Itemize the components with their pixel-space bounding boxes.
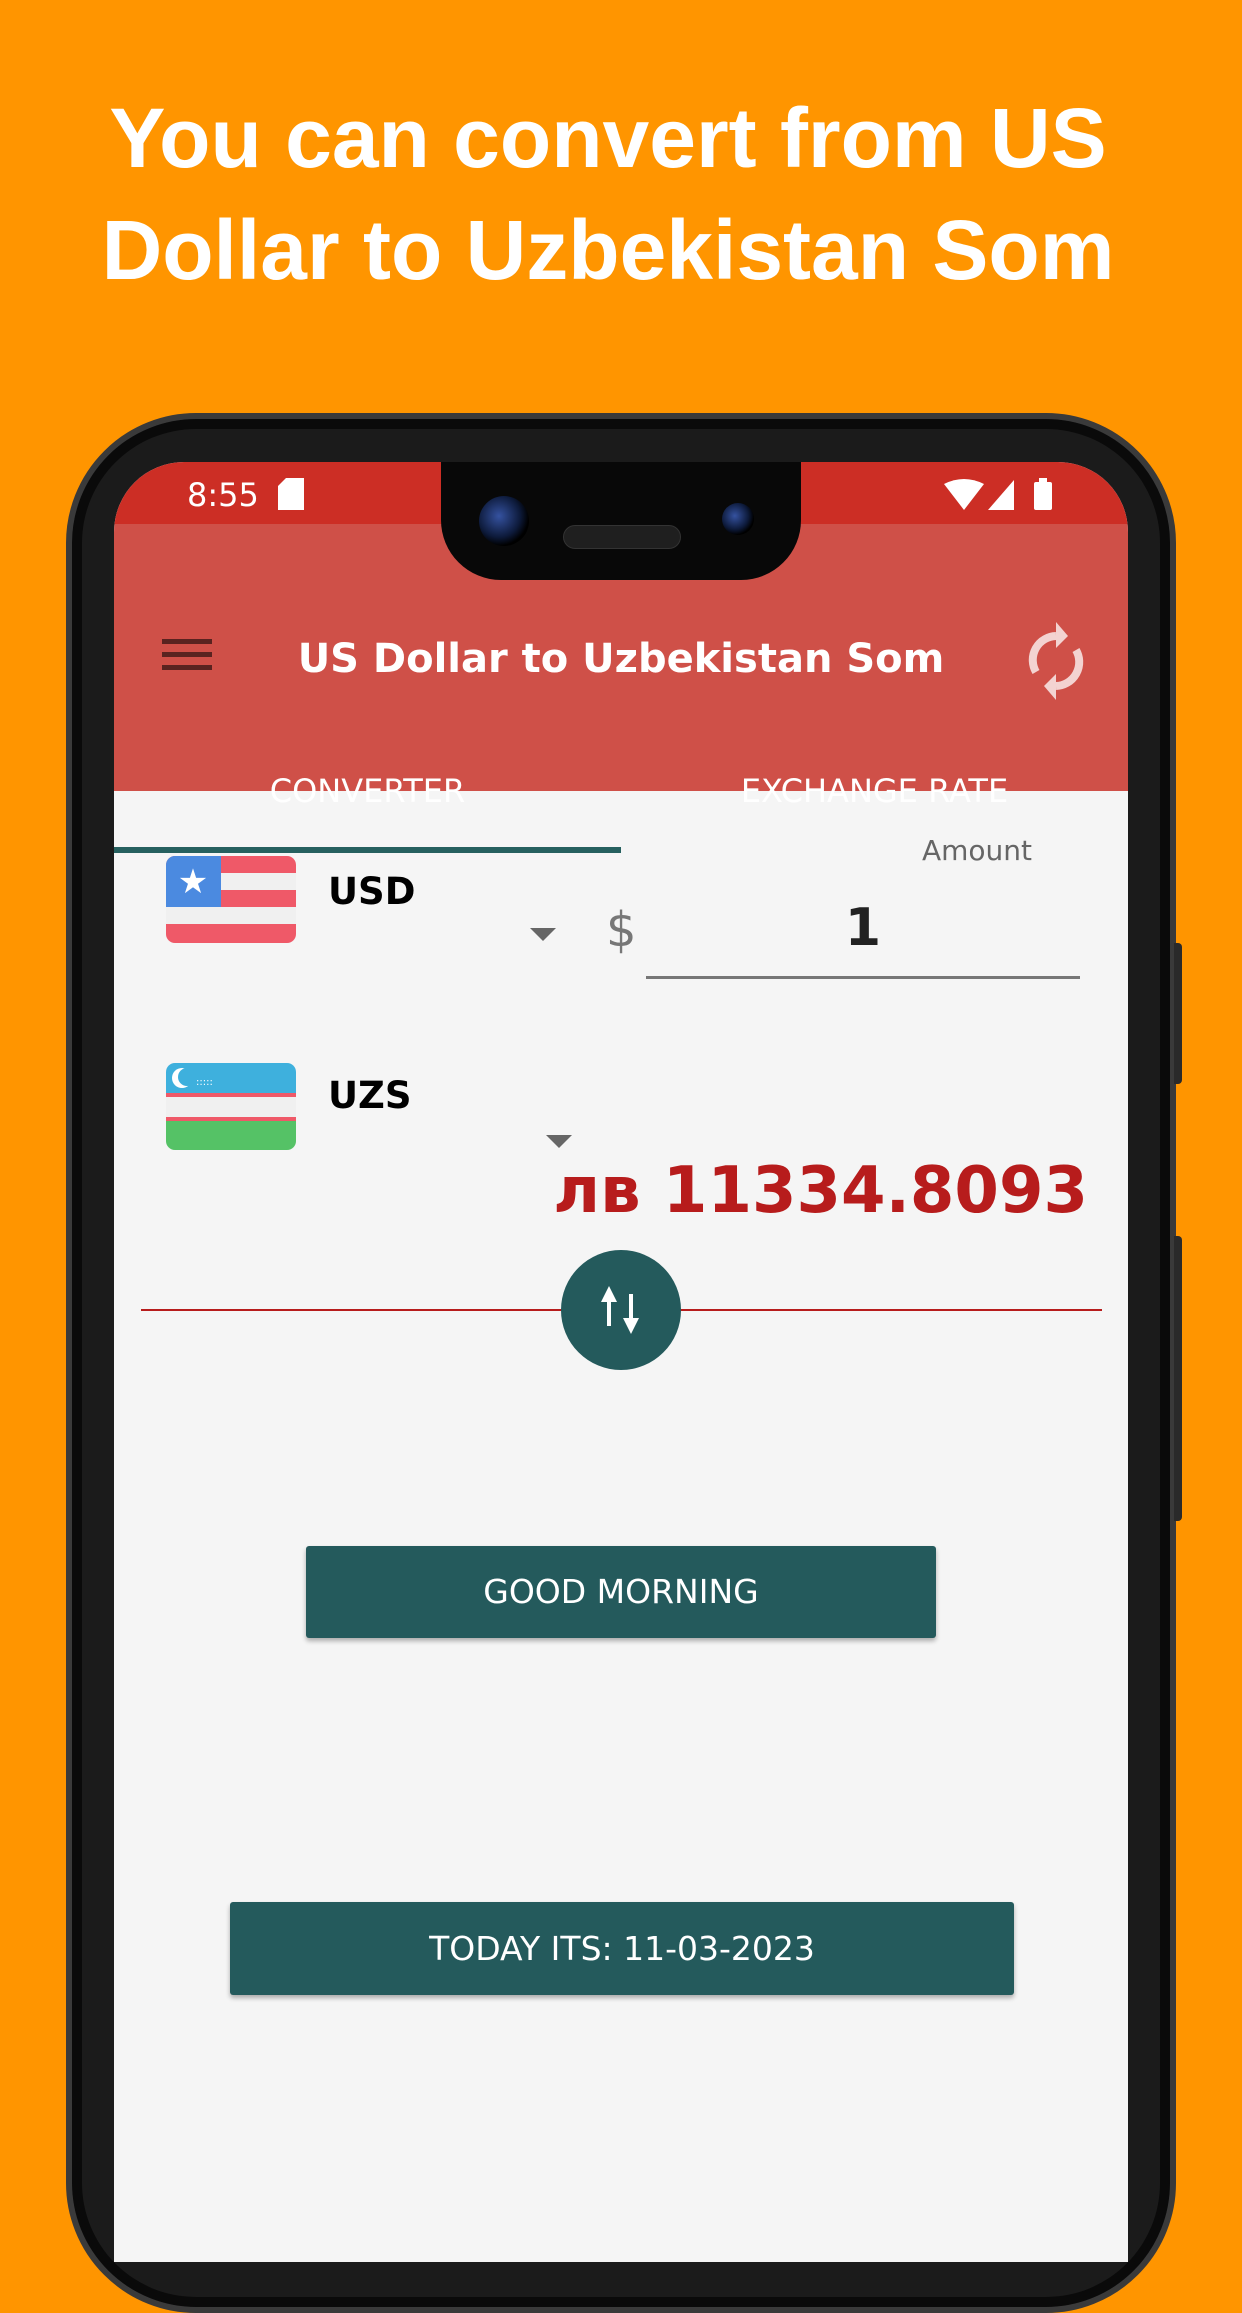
wifi-signal-battery-icons [944,478,1052,510]
tab-converter[interactable]: CONVERTER [114,772,621,810]
status-time: 8:55 [187,476,259,514]
sensor-icon [722,503,754,535]
conversion-result: лв 11334.8093 [553,1154,1088,1228]
us-flag-icon: ★ [166,856,296,943]
date-button[interactable]: TODAY ITS: 11-03-2023 [230,1902,1014,1995]
swap-button[interactable] [561,1250,681,1370]
app-screen: 8:55 US Dollar to Uzbekistan Som CONVERT… [114,462,1128,2262]
phone-volume-button [1174,1236,1182,1521]
app-title: US Dollar to Uzbekistan Som [297,636,945,682]
earpiece-speaker [563,525,681,549]
to-dropdown-arrow-icon[interactable] [546,1135,572,1148]
promo-headline: You can convert from US Dollar to Uzbeki… [0,82,1216,306]
swap-arrows-icon [601,1286,639,1334]
active-tab-indicator [114,847,621,853]
sd-card-icon [278,478,304,510]
svg-text:★: ★ [178,862,208,902]
svg-text::::::: ::::: [196,1077,213,1088]
phone-side-button [1174,943,1182,1084]
uz-flag-icon: ::::: [166,1063,296,1150]
front-camera-icon [479,496,529,546]
good-morning-button[interactable]: GOOD MORNING [306,1546,936,1638]
tab-exchange-rate[interactable]: EXCHANGE RATE [621,772,1128,810]
headline-line-2: Dollar to Uzbekistan Som [101,203,1115,297]
amount-label: Amount [921,834,1033,867]
to-currency-code[interactable]: UZS [328,1074,412,1117]
amount-input[interactable]: 1 [646,898,1080,979]
refresh-icon[interactable] [1026,622,1086,700]
from-currency-code[interactable]: USD [328,870,415,913]
from-dropdown-arrow-icon[interactable] [530,928,556,941]
currency-symbol: $ [606,902,637,958]
headline-line-1: You can convert from US [109,91,1107,185]
